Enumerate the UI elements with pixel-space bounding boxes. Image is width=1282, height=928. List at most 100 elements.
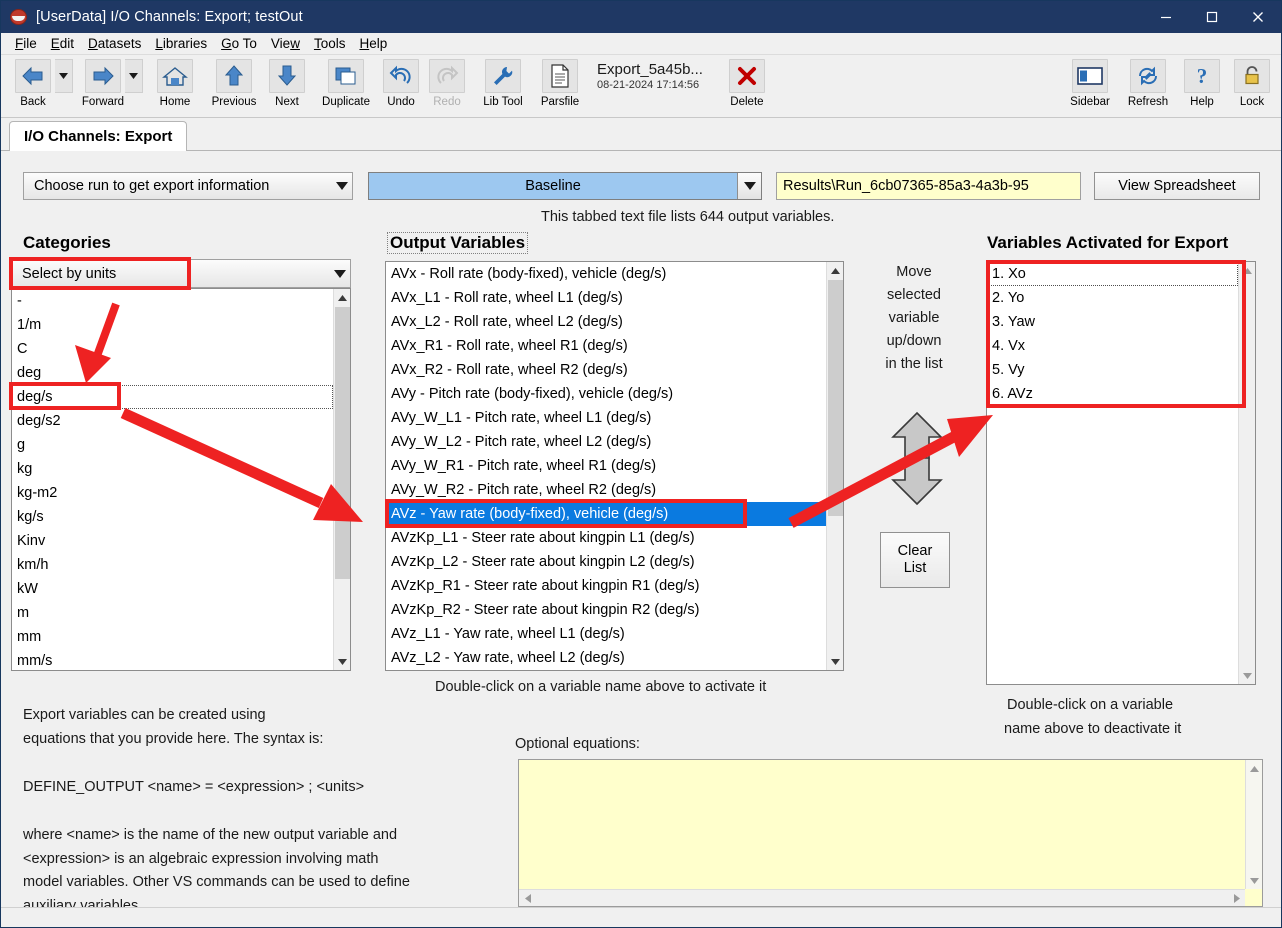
choose-run-dropdown[interactable]: Choose run to get export information bbox=[23, 172, 353, 200]
output-variable-list-item[interactable]: AVz_L2 - Yaw rate, wheel L2 (deg/s) bbox=[386, 646, 826, 670]
menu-libraries[interactable]: Libraries bbox=[148, 34, 214, 53]
categories-scroll-up[interactable] bbox=[334, 289, 350, 306]
equations-scroll-right[interactable] bbox=[1228, 890, 1245, 906]
toolbar-home[interactable]: Home bbox=[153, 59, 197, 108]
category-list-item[interactable]: C bbox=[12, 337, 333, 361]
output-scroll-down[interactable] bbox=[827, 653, 843, 670]
activated-variable-list-item[interactable]: 2. Yo bbox=[987, 286, 1238, 310]
category-list-item[interactable]: kg bbox=[12, 457, 333, 481]
equations-hscrollbar[interactable] bbox=[519, 889, 1245, 906]
back-dropdown-arrow[interactable] bbox=[55, 59, 73, 93]
select-by-units-dropdown[interactable]: Select by units bbox=[11, 259, 351, 288]
menu-datasets[interactable]: Datasets bbox=[81, 34, 148, 53]
run-chevron-down-icon[interactable] bbox=[737, 173, 761, 199]
category-list-item[interactable]: Kinv bbox=[12, 529, 333, 553]
category-list-item[interactable]: deg/s2 bbox=[12, 409, 333, 433]
results-path-field[interactable]: Results\Run_6cb07365-85a3-4a3b-95 bbox=[776, 172, 1081, 200]
category-list-item[interactable]: kg-m2 bbox=[12, 481, 333, 505]
toolbar-help[interactable]: ? Help bbox=[1180, 59, 1224, 108]
activated-listbox[interactable]: 1. Xo 2. Yo 3. Yaw 4. Vx 5. Vy 6. AVz bbox=[986, 261, 1256, 685]
optional-equations-value[interactable] bbox=[519, 760, 1244, 888]
equations-vscrollbar[interactable] bbox=[1245, 760, 1262, 889]
view-spreadsheet-button[interactable]: View Spreadsheet bbox=[1094, 172, 1260, 200]
toolbar-lib-tool[interactable]: Lib Tool bbox=[475, 59, 531, 108]
output-variable-list-item[interactable]: AVy - Pitch rate (body-fixed), vehicle (… bbox=[386, 382, 826, 406]
toolbar-sidebar[interactable]: Sidebar bbox=[1064, 59, 1116, 108]
toolbar-undo[interactable]: Undo bbox=[379, 59, 423, 108]
toolbar-refresh[interactable]: Refresh bbox=[1122, 59, 1174, 108]
activated-scrollbar[interactable] bbox=[1238, 262, 1255, 684]
category-list-item[interactable]: mm bbox=[12, 625, 333, 649]
output-variable-list-item[interactable]: AVx_R1 - Roll rate, wheel R1 (deg/s) bbox=[386, 334, 826, 358]
menu-edit[interactable]: Edit bbox=[44, 34, 81, 53]
toolbar-next[interactable]: Next bbox=[265, 59, 309, 108]
output-scroll-up[interactable] bbox=[827, 262, 843, 279]
output-variable-list-item[interactable]: AVzKp_L2 - Steer rate about kingpin L2 (… bbox=[386, 550, 826, 574]
equations-scroll-down[interactable] bbox=[1246, 872, 1262, 889]
output-variable-list-item[interactable]: AVzKp_R2 - Steer rate about kingpin R2 (… bbox=[386, 598, 826, 622]
category-list-item[interactable]: g bbox=[12, 433, 333, 457]
toolbar-parsfile[interactable]: Parsfile bbox=[533, 59, 587, 108]
maximize-button[interactable] bbox=[1189, 1, 1235, 33]
output-variable-list-item[interactable]: AVx_L1 - Roll rate, wheel L1 (deg/s) bbox=[386, 286, 826, 310]
category-list-item[interactable]: m bbox=[12, 601, 333, 625]
output-variable-list-item[interactable]: AVy_W_R2 - Pitch rate, wheel R2 (deg/s) bbox=[386, 478, 826, 502]
category-list-item[interactable]: kg/s bbox=[12, 505, 333, 529]
home-icon bbox=[157, 59, 193, 93]
toolbar-duplicate[interactable]: Duplicate bbox=[315, 59, 377, 108]
menu-goto[interactable]: Go To bbox=[214, 34, 264, 53]
category-list-item[interactable]: km/h bbox=[12, 553, 333, 577]
categories-listbox[interactable]: -1/m Cdeg deg/s deg/s2 g kg kg-m2 kg/s Kinv km/h k… bbox=[11, 288, 351, 671]
move-down-button[interactable] bbox=[891, 456, 943, 511]
output-variable-list-item[interactable]: AVy_W_L2 - Pitch rate, wheel L2 (deg/s) bbox=[386, 430, 826, 454]
output-variable-list-item[interactable]: AVy_W_R1 - Pitch rate, wheel R1 (deg/s) bbox=[386, 454, 826, 478]
output-variable-list-item[interactable]: AVz_L1 - Yaw rate, wheel L1 (deg/s) bbox=[386, 622, 826, 646]
clear-list-button[interactable]: Clear List bbox=[880, 532, 950, 588]
output-variable-list-item[interactable]: AVx_R2 - Roll rate, wheel R2 (deg/s) bbox=[386, 358, 826, 382]
toolbar-forward[interactable]: Forward bbox=[81, 59, 143, 108]
output-variable-list-item[interactable]: AVx_L2 - Roll rate, wheel L2 (deg/s) bbox=[386, 310, 826, 334]
category-list-item[interactable]: deg bbox=[12, 361, 333, 385]
categories-scrollbar[interactable] bbox=[333, 289, 350, 670]
minimize-button[interactable] bbox=[1143, 1, 1189, 33]
category-list-item[interactable]: 1/m bbox=[12, 313, 333, 337]
output-variable-list-item[interactable]: AVx - Roll rate (body-fixed), vehicle (d… bbox=[386, 262, 826, 286]
activated-variable-list-item[interactable]: 6. AVz bbox=[987, 382, 1238, 406]
output-variable-list-item[interactable]: AVz - Yaw rate (body-fixed), vehicle (de… bbox=[386, 502, 826, 526]
toolbar-previous-label: Previous bbox=[211, 96, 257, 108]
tab-io-channels-export[interactable]: I/O Channels: Export bbox=[9, 121, 188, 151]
activated-variable-list-item[interactable]: 1. Xo bbox=[987, 262, 1238, 286]
menu-view[interactable]: View bbox=[264, 34, 307, 53]
menu-tools[interactable]: Tools bbox=[307, 34, 353, 53]
activated-scroll-down[interactable] bbox=[1239, 667, 1255, 684]
forward-dropdown-arrow[interactable] bbox=[125, 59, 143, 93]
optional-equations-field[interactable] bbox=[518, 759, 1263, 907]
categories-scroll-down[interactable] bbox=[334, 653, 350, 670]
output-variables-scrollbar[interactable] bbox=[826, 262, 843, 670]
category-list-item[interactable]: - bbox=[12, 289, 333, 313]
toolbar-back[interactable]: Back bbox=[11, 59, 73, 108]
equations-scroll-left[interactable] bbox=[519, 890, 536, 906]
categories-scroll-thumb[interactable] bbox=[335, 307, 350, 579]
equations-scroll-up[interactable] bbox=[1246, 760, 1262, 777]
toolbar-previous[interactable]: Previous bbox=[205, 59, 263, 108]
toolbar-delete[interactable]: Delete bbox=[725, 59, 769, 108]
output-scroll-thumb[interactable] bbox=[828, 280, 843, 516]
close-button[interactable] bbox=[1235, 1, 1281, 33]
activated-variable-list-item[interactable]: 5. Vy bbox=[987, 358, 1238, 382]
activated-variable-list-item[interactable]: 4. Vx bbox=[987, 334, 1238, 358]
arrow-up-icon bbox=[216, 59, 252, 93]
toolbar-lock[interactable]: Lock bbox=[1230, 59, 1274, 108]
menu-help[interactable]: Help bbox=[352, 34, 394, 53]
output-variable-list-item[interactable]: AVzKp_L1 - Steer rate about kingpin L1 (… bbox=[386, 526, 826, 550]
category-list-item[interactable]: mm/s bbox=[12, 649, 333, 670]
category-list-item[interactable]: kW bbox=[12, 577, 333, 601]
activated-scroll-up[interactable] bbox=[1239, 262, 1255, 279]
output-variable-list-item[interactable]: AVzKp_R1 - Steer rate about kingpin R1 (… bbox=[386, 574, 826, 598]
output-variables-listbox[interactable]: AVx - Roll rate (body-fixed), vehicle (d… bbox=[385, 261, 844, 671]
output-variable-list-item[interactable]: AVy_W_L1 - Pitch rate, wheel L1 (deg/s) bbox=[386, 406, 826, 430]
activated-variable-list-item[interactable]: 3. Yaw bbox=[987, 310, 1238, 334]
menu-file[interactable]: File bbox=[8, 34, 44, 53]
run-name-dropdown[interactable]: Baseline bbox=[368, 172, 762, 200]
category-list-item[interactable]: deg/s bbox=[12, 385, 333, 409]
